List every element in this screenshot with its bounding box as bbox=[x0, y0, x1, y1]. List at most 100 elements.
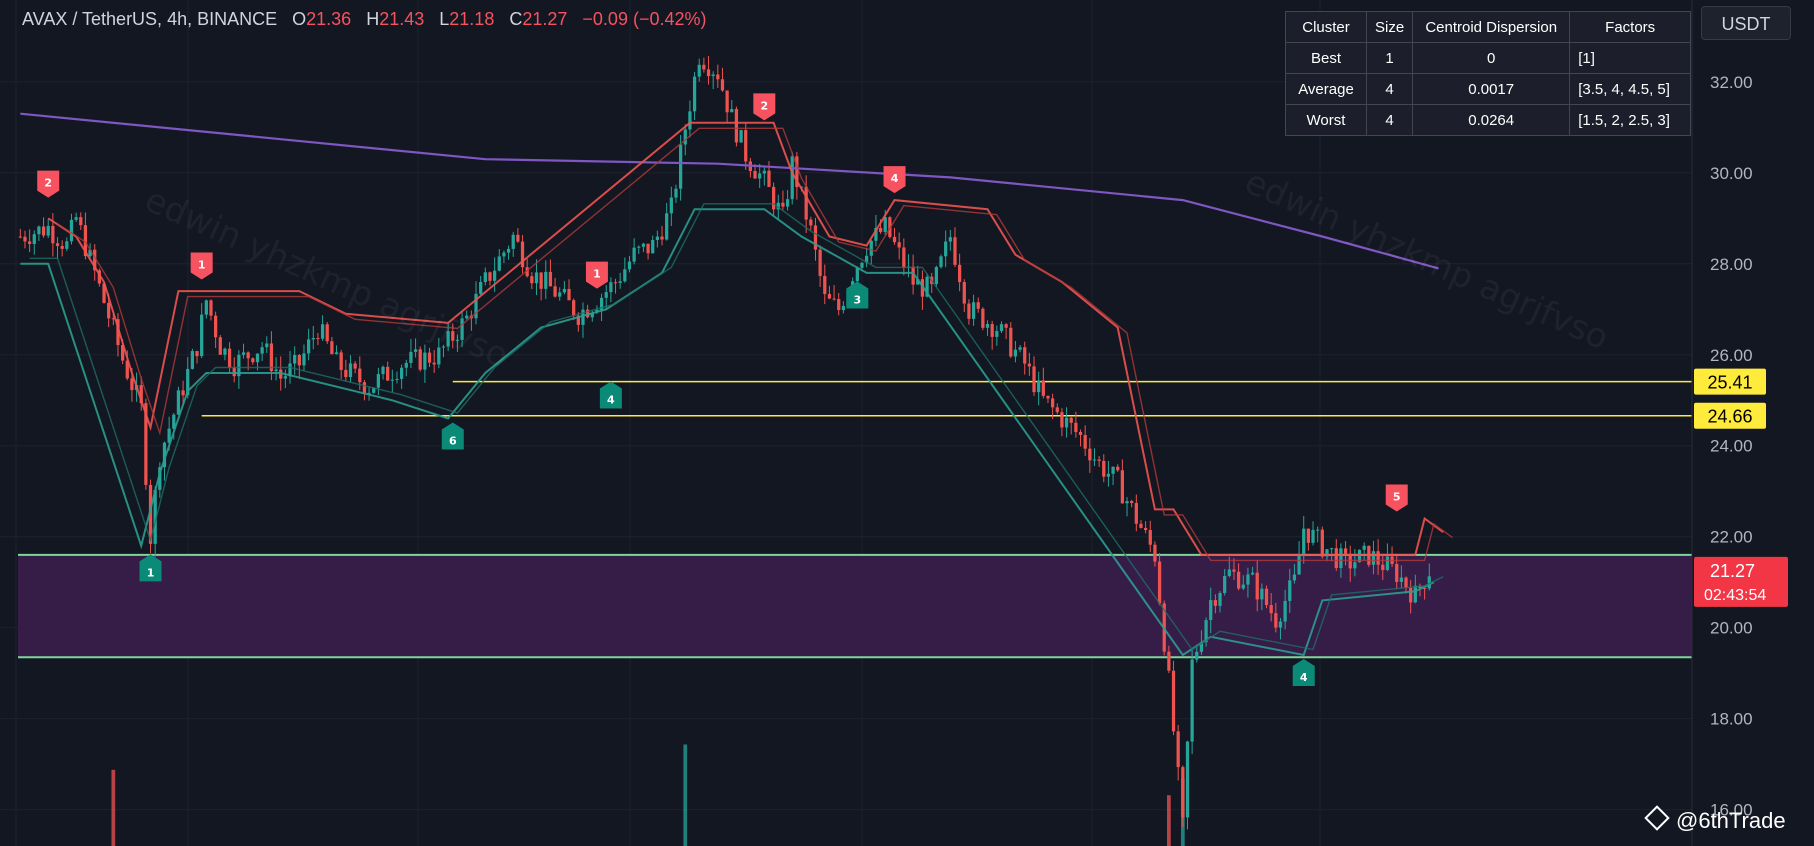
candle bbox=[325, 322, 329, 344]
table-cell: 4 bbox=[1365, 104, 1414, 136]
candle-body bbox=[1413, 585, 1417, 603]
candle-body bbox=[297, 355, 301, 366]
level-tag-text: 25.41 bbox=[1707, 373, 1752, 393]
candle-body bbox=[1395, 563, 1399, 582]
candle-body bbox=[1157, 561, 1162, 604]
candle-body bbox=[488, 272, 492, 281]
candle-body bbox=[46, 225, 50, 236]
table-cell: [3.5, 4, 4.5, 5] bbox=[1569, 73, 1692, 105]
candle-body bbox=[1050, 398, 1055, 408]
candle-body bbox=[1139, 523, 1143, 528]
candle-body bbox=[320, 324, 325, 339]
candle-body bbox=[1232, 569, 1236, 572]
candle-body bbox=[381, 366, 385, 375]
currency-button[interactable]: USDT bbox=[1701, 6, 1791, 40]
open-label: O bbox=[292, 9, 307, 29]
candle-body bbox=[767, 170, 771, 187]
candle-body bbox=[1404, 577, 1408, 588]
candle-body bbox=[209, 300, 213, 316]
candle-body bbox=[1371, 551, 1376, 565]
countdown-text: 02:43:54 bbox=[1704, 587, 1766, 604]
candle-body bbox=[107, 302, 111, 319]
table-header-cell: Size bbox=[1365, 11, 1414, 43]
candle-body bbox=[1009, 327, 1013, 357]
candle-body bbox=[409, 351, 413, 363]
candle-body bbox=[623, 269, 627, 282]
candle-body bbox=[200, 314, 204, 357]
candle-body bbox=[832, 298, 836, 300]
candle bbox=[176, 386, 181, 416]
candle-body bbox=[892, 236, 897, 243]
cluster-table: Cluster Size Centroid Dispersion Factors… bbox=[1285, 11, 1692, 136]
chart-area[interactable]: 2 1 1 6 1 4 2 4 3 5 4 32.00 30.00 28.00 26.00 24.00 22.0… bbox=[0, 0, 1814, 846]
candle-body bbox=[665, 213, 669, 240]
candle bbox=[418, 346, 422, 372]
candle-body bbox=[1116, 466, 1120, 471]
candle-body bbox=[990, 323, 994, 337]
y-tick-label: 32.00 bbox=[1710, 73, 1753, 92]
candle-body bbox=[1027, 363, 1032, 367]
candle-body bbox=[734, 109, 739, 143]
candle-body bbox=[1209, 600, 1213, 621]
candle-body bbox=[260, 347, 264, 354]
candle-body bbox=[1167, 651, 1171, 671]
candle-body bbox=[251, 358, 255, 363]
candle-body bbox=[32, 234, 36, 245]
candle bbox=[934, 265, 939, 287]
candle-body bbox=[1316, 529, 1320, 531]
table-header-cell: Factors bbox=[1569, 11, 1692, 43]
table-header-cell: Centroid Dispersion bbox=[1412, 11, 1571, 43]
candle-body bbox=[1343, 548, 1348, 554]
candle-body bbox=[683, 129, 687, 145]
y-tick-label: 22.00 bbox=[1710, 528, 1753, 547]
candle-body bbox=[739, 130, 743, 143]
candle-body bbox=[1329, 548, 1334, 550]
candle-body bbox=[399, 367, 404, 379]
candle-body bbox=[753, 170, 757, 179]
candle-body bbox=[981, 308, 985, 328]
candle-body bbox=[1074, 422, 1078, 432]
candle-body bbox=[427, 352, 432, 363]
candle-body bbox=[41, 226, 46, 236]
candle-body bbox=[702, 64, 706, 70]
candle-body bbox=[241, 352, 246, 355]
candle-body bbox=[1125, 501, 1129, 504]
candle-body bbox=[804, 186, 808, 220]
y-tick-label: 30.00 bbox=[1710, 164, 1753, 183]
candle-body bbox=[655, 236, 660, 240]
candle-body bbox=[697, 64, 701, 77]
candle-body bbox=[1171, 670, 1176, 732]
candle-body bbox=[1339, 548, 1343, 569]
candle-body bbox=[1227, 569, 1231, 577]
high-label: H bbox=[366, 9, 380, 29]
candle-body bbox=[1306, 528, 1311, 543]
candle-body bbox=[334, 352, 339, 355]
candle-body bbox=[492, 270, 497, 281]
candle-body bbox=[688, 111, 692, 130]
candle bbox=[1264, 585, 1269, 609]
candle-body bbox=[344, 369, 348, 378]
candle-body bbox=[255, 353, 260, 363]
candle-body bbox=[1046, 395, 1050, 399]
candle-body bbox=[51, 225, 55, 244]
table-cell: 4 bbox=[1365, 73, 1414, 105]
candle-body bbox=[678, 144, 683, 189]
candle-body bbox=[502, 252, 506, 257]
candle-body bbox=[1004, 324, 1008, 328]
table-cell: Worst bbox=[1285, 104, 1367, 136]
candle-body bbox=[558, 292, 562, 297]
candle-body bbox=[339, 352, 343, 370]
candle bbox=[939, 254, 943, 269]
y-tick-label: 28.00 bbox=[1710, 255, 1753, 274]
signal-label: 5 bbox=[1393, 491, 1401, 504]
candle bbox=[218, 335, 222, 355]
candle-body bbox=[781, 202, 785, 207]
candle-body bbox=[358, 368, 362, 383]
candle-body bbox=[1311, 529, 1315, 543]
candle-body bbox=[511, 234, 515, 249]
candle-body bbox=[883, 217, 887, 232]
candle bbox=[1320, 526, 1324, 559]
y-tick-label: 18.00 bbox=[1710, 710, 1753, 729]
candle-body bbox=[827, 293, 832, 299]
candle-body bbox=[860, 262, 864, 268]
